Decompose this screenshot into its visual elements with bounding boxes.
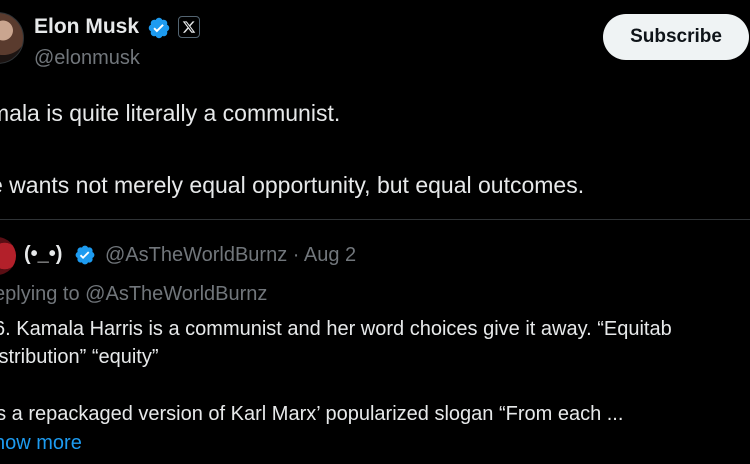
- show-more-link[interactable]: how more: [0, 432, 82, 455]
- x-logo-icon: [178, 16, 200, 38]
- subscribe-button[interactable]: Subscribe: [603, 14, 749, 60]
- replying-to[interactable]: eplying to @AsTheWorldBurnz: [0, 283, 267, 306]
- tweet-text-line: e wants not merely equal opportunity, bu…: [0, 172, 585, 198]
- reply-text-line: 6. Kamala Harris is a communist and her …: [0, 318, 672, 340]
- author-handle[interactable]: @elonmusk: [34, 47, 140, 70]
- reply-handle-date[interactable]: @AsTheWorldBurnz · Aug 2: [105, 244, 356, 267]
- reply-author-avatar[interactable]: [0, 237, 16, 275]
- author-name[interactable]: Elon Musk: [34, 15, 139, 39]
- reply-text-line: istribution” “equity”: [0, 346, 159, 368]
- author-avatar[interactable]: [0, 12, 24, 64]
- reply-author-name[interactable]: (•_•): [24, 243, 62, 266]
- tweet-text-line: mala is quite literally a communist.: [0, 100, 341, 126]
- reply-text-line: ’s a repackaged version of Karl Marx’ po…: [0, 403, 624, 425]
- divider: [0, 219, 750, 220]
- verified-badge-icon: [148, 17, 170, 39]
- verified-badge-icon: [75, 245, 95, 265]
